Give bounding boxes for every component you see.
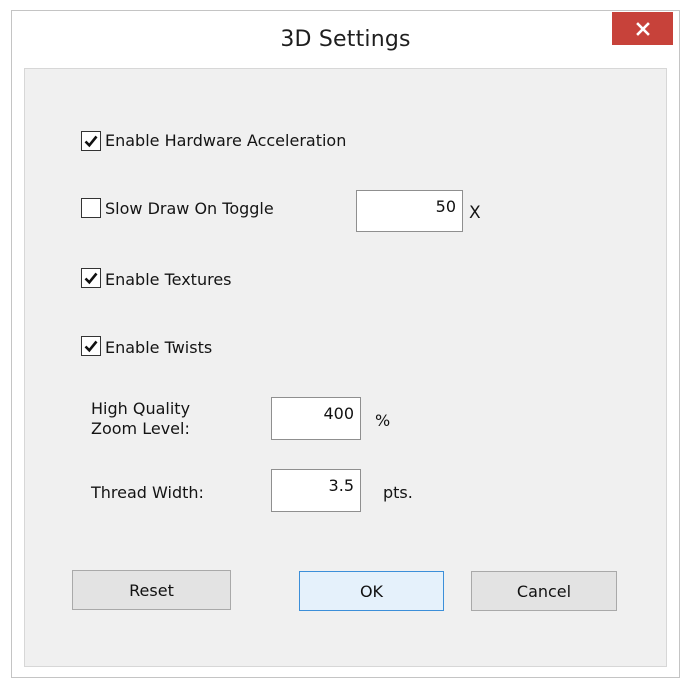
ok-button[interactable]: OK xyxy=(299,571,444,611)
textures-checkbox[interactable] xyxy=(81,268,101,288)
dialog-client-area: Enable Hardware Acceleration Slow Draw O… xyxy=(24,68,667,667)
checkmark-icon xyxy=(84,340,98,353)
zoom-level-field[interactable]: 400 xyxy=(271,397,361,440)
dialog-window: 3D Settings Enable Hardware Acceleration… xyxy=(11,10,680,678)
thread-width-label: Thread Width: xyxy=(91,483,204,502)
close-button[interactable] xyxy=(612,12,673,45)
textures-label: Enable Textures xyxy=(105,270,232,289)
dialog-title: 3D Settings xyxy=(280,27,411,52)
reset-button[interactable]: Reset xyxy=(72,570,231,610)
close-icon xyxy=(635,21,650,36)
slow-draw-unit: X xyxy=(469,203,481,223)
slow-draw-label: Slow Draw On Toggle xyxy=(105,199,274,218)
cancel-button[interactable]: Cancel xyxy=(471,571,617,611)
hardware-acceleration-checkbox[interactable] xyxy=(81,131,101,151)
thread-width-unit: pts. xyxy=(383,483,413,502)
slow-draw-value-field[interactable]: 50 xyxy=(356,190,463,232)
twists-label: Enable Twists xyxy=(105,338,213,357)
hardware-acceleration-label: Enable Hardware Acceleration xyxy=(105,131,347,150)
zoom-level-label-line2: Zoom Level: xyxy=(91,419,190,438)
zoom-level-label-line1: High Quality xyxy=(91,399,191,418)
checkmark-icon xyxy=(84,272,98,285)
checkmark-icon xyxy=(84,135,98,148)
zoom-level-unit: % xyxy=(375,411,391,430)
slow-draw-checkbox[interactable] xyxy=(81,198,101,218)
thread-width-field[interactable]: 3.5 xyxy=(271,469,361,512)
twists-checkbox[interactable] xyxy=(81,336,101,356)
zoom-level-label: High Quality Zoom Level: xyxy=(91,399,190,439)
